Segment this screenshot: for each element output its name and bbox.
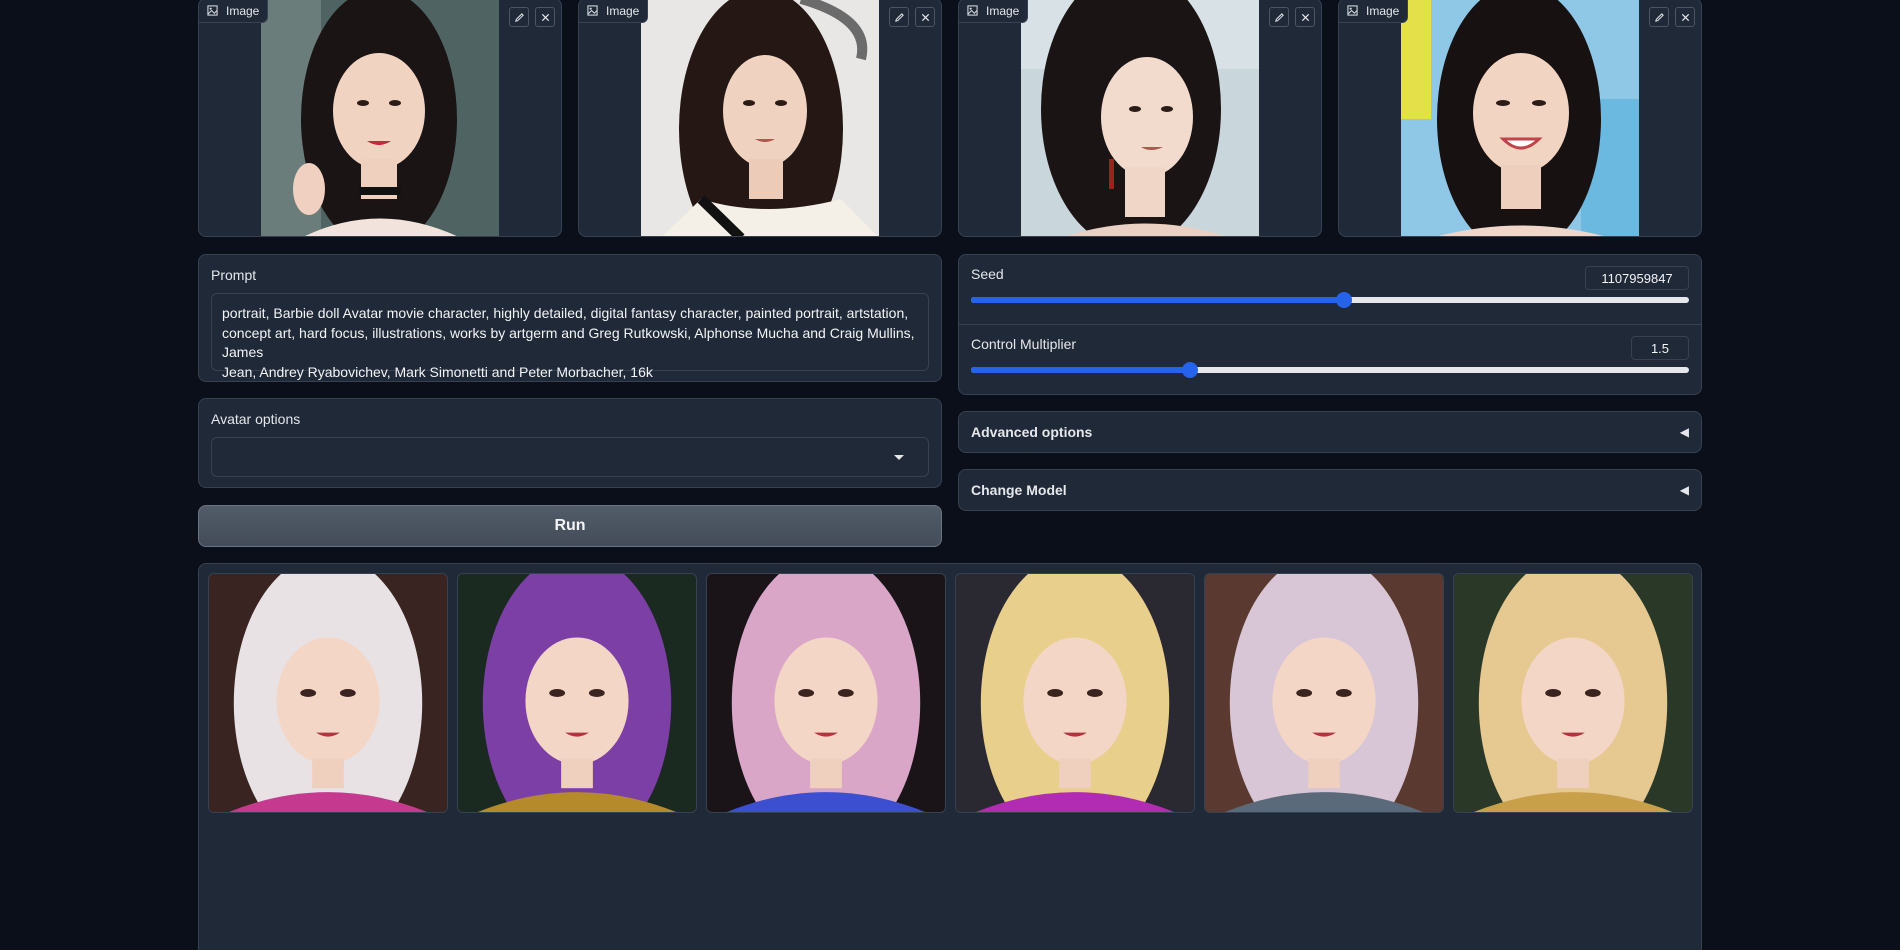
clear-button[interactable] — [1295, 7, 1315, 27]
clear-button[interactable] — [1675, 7, 1695, 27]
gallery-thumbnail[interactable] — [706, 573, 946, 813]
pencil-icon — [1654, 12, 1664, 22]
control-multiplier-slider-fill — [971, 367, 1190, 373]
image-label-tag: Image — [1339, 0, 1409, 23]
advanced-options-accordion[interactable]: Advanced options ◀ — [958, 411, 1702, 453]
image-label-tag: Image — [199, 0, 269, 23]
pencil-icon — [514, 12, 524, 22]
avatar-options-panel: Avatar options — [198, 398, 942, 488]
close-icon — [1301, 13, 1309, 21]
control-multiplier-input[interactable]: 1.5 — [1631, 336, 1689, 360]
control-multiplier-label: Control Multiplier — [971, 336, 1077, 352]
reference-photo — [1021, 0, 1259, 236]
collapse-arrow-icon: ◀ — [1679, 425, 1689, 439]
collapse-arrow-icon: ◀ — [1679, 483, 1689, 497]
image-label: Image — [606, 3, 640, 18]
seed-slider[interactable] — [971, 292, 1689, 308]
close-icon — [541, 13, 549, 21]
seed-input[interactable]: 1107959847 — [1585, 266, 1689, 290]
advanced-options-label: Advanced options — [971, 424, 1093, 440]
gallery-thumbnail[interactable] — [1204, 573, 1444, 813]
close-icon — [1681, 13, 1689, 21]
prompt-panel: Prompt portrait, Barbie doll Avatar movi… — [198, 254, 942, 382]
seed-slider-fill — [971, 297, 1345, 303]
gallery-thumbnail[interactable] — [955, 573, 1195, 813]
control-multiplier-slider-thumb[interactable] — [1181, 362, 1198, 378]
pencil-icon — [894, 12, 904, 22]
image-label: Image — [1366, 3, 1400, 18]
avatar-options-label: Avatar options — [211, 411, 301, 427]
clear-button[interactable] — [915, 7, 935, 27]
edit-button[interactable] — [1269, 7, 1289, 27]
image-label-tag: Image — [579, 0, 649, 23]
seed-label: Seed — [971, 266, 1004, 282]
chevron-down-icon — [894, 455, 904, 460]
prompt-label: Prompt — [211, 267, 257, 283]
close-icon — [921, 13, 929, 21]
image-input-4[interactable]: Image — [1338, 0, 1702, 237]
control-multiplier-row: Control Multiplier 1.5 — [959, 325, 1701, 395]
image-icon — [967, 5, 978, 16]
image-label-tag: Image — [959, 0, 1029, 23]
run-button[interactable]: Run — [198, 505, 942, 547]
image-icon — [1347, 5, 1358, 16]
gallery-thumbnail[interactable] — [1453, 573, 1693, 813]
image-input-2[interactable]: Image — [578, 0, 942, 237]
image-icon — [207, 5, 218, 16]
image-label: Image — [986, 3, 1020, 18]
image-input-1[interactable]: Image — [198, 0, 562, 237]
reference-photo — [641, 0, 879, 236]
control-multiplier-slider[interactable] — [971, 362, 1689, 378]
seed-row: Seed 1107959847 — [959, 255, 1701, 325]
seed-slider-thumb[interactable] — [1336, 292, 1353, 308]
sliders-panel: Seed 1107959847 Control Multiplier 1.5 — [958, 254, 1702, 395]
reference-photo — [261, 0, 499, 236]
image-input-3[interactable]: Image — [958, 0, 1322, 237]
reference-photo — [1401, 0, 1639, 236]
prompt-textarea[interactable]: portrait, Barbie doll Avatar movie chara… — [211, 293, 929, 380]
clear-button[interactable] — [535, 7, 555, 27]
edit-button[interactable] — [889, 7, 909, 27]
edit-button[interactable] — [1649, 7, 1669, 27]
image-icon — [587, 5, 598, 16]
avatar-options-dropdown[interactable] — [211, 437, 929, 477]
gallery-thumbnail[interactable] — [208, 573, 448, 813]
change-model-label: Change Model — [971, 482, 1067, 498]
image-label: Image — [226, 3, 260, 18]
edit-button[interactable] — [509, 7, 529, 27]
gallery-thumbnail[interactable] — [457, 573, 697, 813]
change-model-accordion[interactable]: Change Model ◀ — [958, 469, 1702, 511]
pencil-icon — [1274, 12, 1284, 22]
